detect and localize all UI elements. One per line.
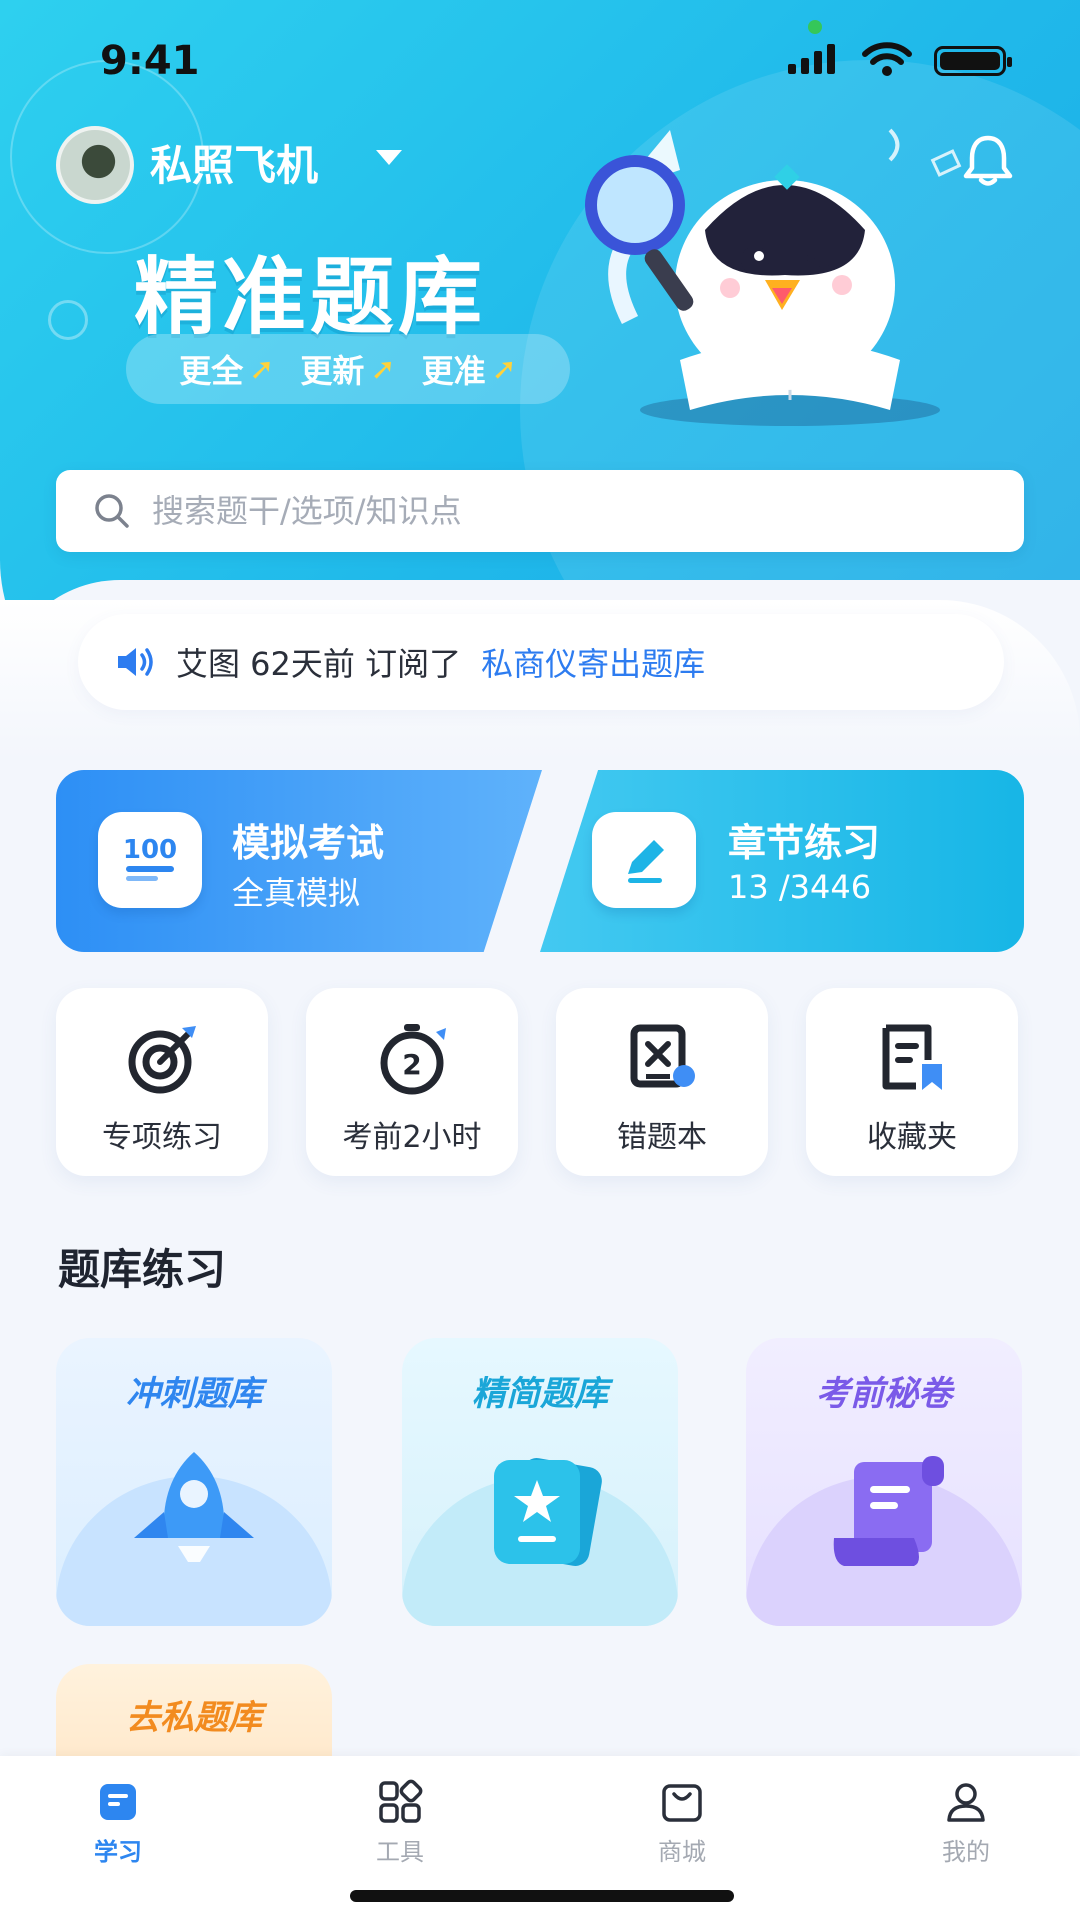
wifi-icon: [862, 42, 912, 76]
study-icon: [100, 1784, 136, 1820]
wrong-questions-tile[interactable]: 错题本: [556, 988, 768, 1176]
tab-label: 我的: [942, 1838, 990, 1866]
arrow-up-icon: ➚: [249, 351, 275, 387]
tile-label: 考前2小时: [342, 1120, 482, 1155]
chapter-practice-title: 章节练习: [728, 821, 881, 865]
subscription-notice[interactable]: 艾图 62天前 订阅了 私商仪寄出题库: [78, 614, 1004, 710]
hero-tag: 更新 ➚: [300, 351, 396, 391]
tile-label: 收藏夹: [867, 1120, 957, 1155]
special-practice-tile[interactable]: 专项练习: [56, 988, 268, 1176]
hero-tags: 更全 ➚ 更新 ➚ 更准 ➚: [126, 334, 570, 404]
speaker-icon: [118, 648, 153, 676]
tile-label: 错题本: [617, 1120, 707, 1155]
app-screen: 9:41 私照飞机 精准题库 更全 ➚ 更新 ➚ 更准 ➚ 搜索题干/选项/知识…: [0, 0, 1080, 1920]
arrow-up-icon: ➚: [370, 351, 396, 387]
star-card-icon: [494, 1458, 602, 1566]
search-bar[interactable]: [56, 470, 1024, 552]
rocket-icon: [134, 1452, 254, 1562]
pre-exam-secret-card[interactable]: 考前秘卷: [746, 1338, 1022, 1626]
hero-tag: 更全 ➚: [179, 351, 275, 391]
mock-exam-title: 模拟考试: [232, 821, 385, 865]
bank-name: 冲刺题库: [126, 1374, 262, 1414]
mock-exam-card[interactable]: 100 模拟考试 全真模拟: [56, 770, 542, 952]
favorites-tile[interactable]: 收藏夹: [806, 988, 1018, 1176]
two-hours-before-exam-tile[interactable]: 2 考前2小时: [306, 988, 518, 1176]
battery-icon: [934, 46, 1012, 76]
penguin-mascot-illustration: [585, 128, 962, 426]
cellular-signal-icon: [788, 44, 835, 74]
user-name[interactable]: 私照飞机: [150, 132, 318, 193]
decor-ring: [48, 300, 88, 340]
shop-icon: [662, 1784, 702, 1822]
bank-name: 考前秘卷: [816, 1374, 952, 1414]
hero-tag: 更准 ➚: [421, 351, 517, 391]
svg-text:2: 2: [402, 1048, 421, 1081]
search-icon: [95, 494, 129, 528]
tile-label: 专项练习: [102, 1120, 222, 1155]
tools-icon: [379, 1779, 423, 1823]
svg-text:100: 100: [123, 835, 177, 865]
hero-title: 精准题库: [134, 248, 487, 346]
privacy-indicator: [808, 20, 822, 34]
profile-icon: [947, 1783, 985, 1822]
pencil-icon: [592, 812, 696, 908]
chapter-practice-progress: 13 /3446: [728, 868, 872, 906]
concise-bank-card[interactable]: 精简题库: [402, 1338, 678, 1626]
bank-name: 去私题库: [126, 1698, 262, 1738]
tab-tools[interactable]: 工具: [330, 1778, 470, 1867]
favorites-icon: [882, 1024, 942, 1090]
section-title: 题库练习: [58, 1245, 227, 1294]
avatar[interactable]: [56, 126, 134, 204]
stopwatch-icon: 2: [380, 1024, 446, 1095]
home-indicator: [350, 1890, 734, 1902]
notice-text: 艾图 62天前 订阅了: [176, 645, 462, 683]
tab-study[interactable]: 学习: [48, 1778, 188, 1867]
notice-link[interactable]: 私商仪寄出题库: [481, 639, 705, 685]
tab-profile[interactable]: 我的: [896, 1778, 1036, 1867]
scroll-icon: [833, 1456, 944, 1566]
sprint-bank-card[interactable]: 冲刺题库: [56, 1338, 332, 1626]
mock-exam-subtitle: 全真模拟: [232, 874, 361, 912]
arrow-up-icon: ➚: [491, 351, 517, 387]
search-input[interactable]: [152, 492, 972, 530]
wrong-book-icon: [630, 1024, 695, 1088]
tab-label: 工具: [376, 1838, 424, 1866]
caret-down-icon[interactable]: [376, 150, 402, 165]
target-icon: [128, 1026, 196, 1094]
tab-shop[interactable]: 商城: [612, 1778, 752, 1867]
score-100-icon: 100: [98, 812, 202, 908]
tab-label: 学习: [94, 1838, 142, 1866]
chapter-practice-card[interactable]: 章节练习 13 /3446: [540, 770, 1024, 952]
tab-label: 商城: [658, 1838, 706, 1866]
bank-name: 精简题库: [472, 1374, 608, 1414]
remove-private-bank-card[interactable]: 去私题库: [56, 1664, 332, 1764]
status-time: 9:41: [100, 38, 200, 84]
